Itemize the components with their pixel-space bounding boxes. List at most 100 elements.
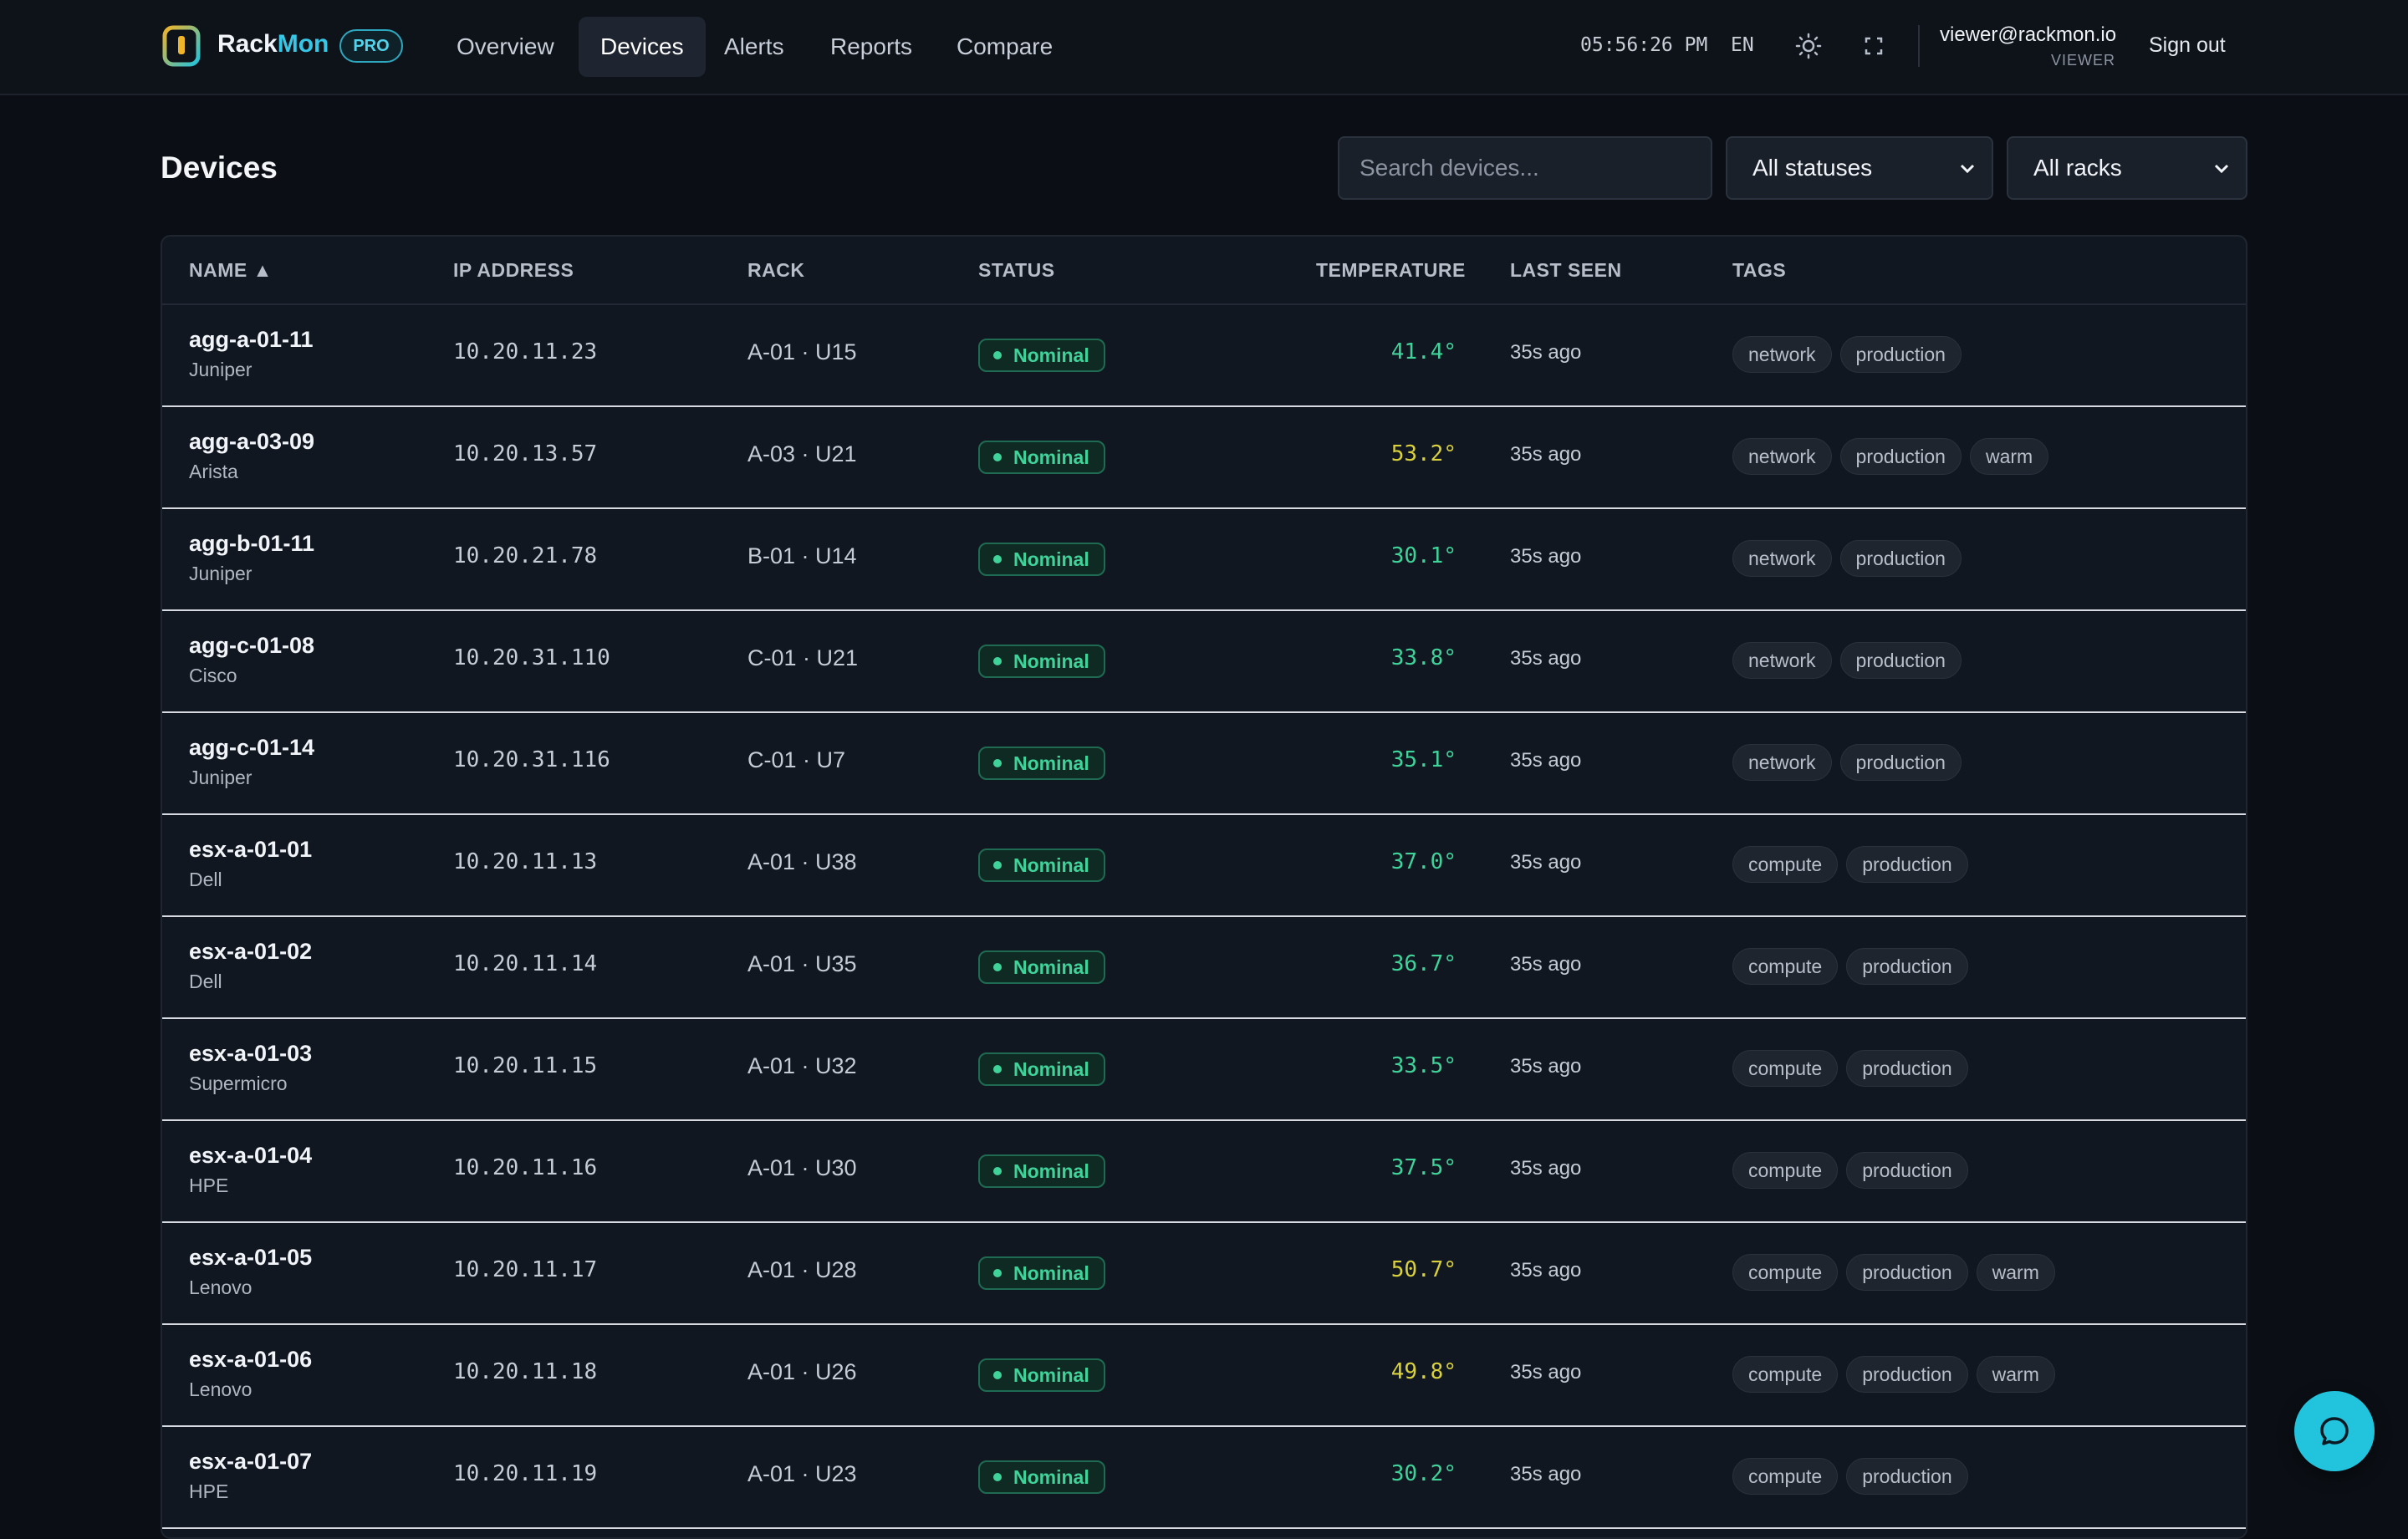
tag-chip[interactable]: compute [1732,1356,1839,1393]
table-row[interactable]: esx-a-01-07 HPE 10.20.11.19 A-01 · U23 Nomin… [162,1425,2246,1529]
device-ip: 10.20.11.19 [453,1461,598,1486]
device-vendor: Cisco [189,665,237,686]
column-header-status[interactable]: STATUS [978,259,1055,282]
column-header-last-seen[interactable]: LAST SEEN [1510,259,1622,282]
table-row[interactable]: esx-a-01-02 Dell 10.20.11.14 A-01 · U35 Nomi… [162,915,2246,1019]
device-last-seen: 35s ago [1510,1361,1582,1384]
tag-chip[interactable]: network [1732,540,1832,577]
rack-filter-select[interactable]: All racks [2007,136,2247,200]
tag-chip[interactable]: compute [1732,1152,1839,1189]
nav-devices[interactable]: Devices [579,17,706,77]
device-name[interactable]: agg-a-01-11 [189,327,314,353]
column-header-tags[interactable]: TAGS [1732,259,1786,282]
nav-reports[interactable]: Reports [809,17,934,77]
tag-chip[interactable]: production [1846,1254,1968,1291]
table-row[interactable]: agg-a-03-09 Arista 10.20.13.57 A-03 · U21 No… [162,405,2246,509]
device-temperature: 41.4° [1390,339,1457,364]
chat-button[interactable] [2294,1391,2375,1471]
table-row[interactable]: agg-c-01-14 Juniper 10.20.31.116 C-01 · U7 N… [162,711,2246,815]
device-vendor: HPE [189,1175,229,1196]
device-name[interactable]: esx-a-01-02 [189,939,312,965]
tag-chip[interactable]: production [1846,1458,1968,1495]
device-vendor: Juniper [189,767,253,788]
column-header-name[interactable]: NAME ▲ [189,259,273,282]
tag-chip[interactable]: warm [1976,1356,2055,1393]
device-name[interactable]: esx-a-01-01 [189,837,312,863]
table-row[interactable]: esx-a-01-03 Supermicro 10.20.11.15 A-01 · U… [162,1017,2246,1121]
chevron-down-icon [2214,164,2229,174]
device-rack: C-01 · U21 [747,645,859,670]
language-toggle[interactable]: EN [1731,34,1754,56]
status-label: Nominal [1013,1466,1089,1488]
status-badge: Nominal [978,1256,1105,1290]
status-dot-icon [993,1473,1002,1481]
device-name[interactable]: agg-a-03-09 [189,429,314,455]
device-ip: 10.20.11.18 [453,1359,598,1384]
table-row[interactable]: esx-a-01-04 HPE 10.20.11.16 A-01 · U30 Nomin… [162,1119,2246,1223]
top-bar: RackMon PRO Overview Devices Alerts Repo… [0,0,2408,95]
column-header-temperature[interactable]: TEMPERATURE [1316,259,1466,282]
tag-chip[interactable]: network [1732,744,1832,781]
device-vendor: Juniper [189,563,253,584]
tag-chip[interactable]: warm [1969,438,2049,475]
tag-chip[interactable]: production [1839,744,1962,781]
tag-chip[interactable]: production [1839,540,1962,577]
tag-chip[interactable]: production [1839,438,1962,475]
nav-alerts[interactable]: Alerts [702,17,806,77]
device-name[interactable]: esx-a-01-04 [189,1143,312,1169]
search-input[interactable] [1338,136,1712,200]
tag-chip[interactable]: production [1839,642,1962,679]
device-name[interactable]: agg-c-01-14 [189,735,314,761]
tag-chip[interactable]: network [1732,642,1832,679]
table-row[interactable]: esx-a-01-05 Lenovo 10.20.11.17 A-01 · U28 No… [162,1221,2246,1325]
brand-name[interactable]: RackMon [217,30,329,59]
status-dot-icon [993,1371,1002,1379]
device-name[interactable]: esx-a-01-07 [189,1449,312,1475]
fullscreen-icon[interactable] [1860,32,1888,60]
tag-chip[interactable]: compute [1732,1254,1839,1291]
tag-chip[interactable]: production [1846,948,1968,985]
table-row[interactable]: agg-b-01-11 Juniper 10.20.21.78 B-01 · U14 N… [162,507,2246,611]
tag-chip[interactable]: production [1839,336,1962,373]
tag-chip[interactable]: compute [1732,1458,1839,1495]
table-row[interactable]: esx-a-01-01 Dell 10.20.11.13 A-01 · U38 Nomi… [162,813,2246,917]
device-ip: 10.20.31.110 [453,645,610,670]
device-tags: compute production [1732,1152,1977,1189]
device-name[interactable]: esx-a-01-06 [189,1347,312,1373]
device-tags: network production warm [1732,438,2057,475]
sun-icon[interactable] [1794,32,1823,60]
status-badge: Nominal [978,1460,1105,1494]
device-vendor: HPE [189,1480,229,1502]
status-dot-icon [993,1065,1002,1073]
tag-chip[interactable]: compute [1732,948,1839,985]
tag-chip[interactable]: warm [1976,1254,2055,1291]
tag-chip[interactable]: network [1732,336,1832,373]
device-ip: 10.20.11.14 [453,951,598,976]
table-row[interactable]: esx-a-01-06 Lenovo 10.20.11.18 A-01 · U26 No… [162,1323,2246,1427]
status-label: Nominal [1013,956,1089,978]
device-name[interactable]: esx-a-01-05 [189,1245,312,1271]
table-row[interactable]: agg-c-01-08 Cisco 10.20.31.110 C-01 · U21 No… [162,609,2246,713]
nav-compare[interactable]: Compare [935,17,1074,77]
tag-chip[interactable]: production [1846,846,1968,883]
device-name[interactable]: agg-b-01-11 [189,531,314,557]
device-last-seen: 35s ago [1510,545,1582,568]
tag-chip[interactable]: network [1732,438,1832,475]
tag-chip[interactable]: production [1846,1152,1968,1189]
device-tags: compute production [1732,846,1977,883]
tag-chip[interactable]: production [1846,1050,1968,1087]
table-row[interactable]: agg-a-01-11 Juniper 10.20.11.23 A-01 · U15 N… [162,303,2246,407]
device-last-seen: 35s ago [1510,1259,1582,1282]
device-ip: 10.20.31.116 [453,747,610,772]
status-filter-select[interactable]: All statuses [1726,136,1993,200]
device-name[interactable]: agg-c-01-08 [189,633,314,659]
tag-chip[interactable]: compute [1732,1050,1839,1087]
device-tags: compute production [1732,1050,1977,1087]
device-name[interactable]: esx-a-01-03 [189,1041,312,1067]
column-header-ip[interactable]: IP ADDRESS [453,259,574,282]
tag-chip[interactable]: production [1846,1356,1968,1393]
tag-chip[interactable]: compute [1732,846,1839,883]
nav-overview[interactable]: Overview [435,17,576,77]
column-header-rack[interactable]: RACK [747,259,804,282]
sign-out-button[interactable]: Sign out [2149,33,2226,58]
